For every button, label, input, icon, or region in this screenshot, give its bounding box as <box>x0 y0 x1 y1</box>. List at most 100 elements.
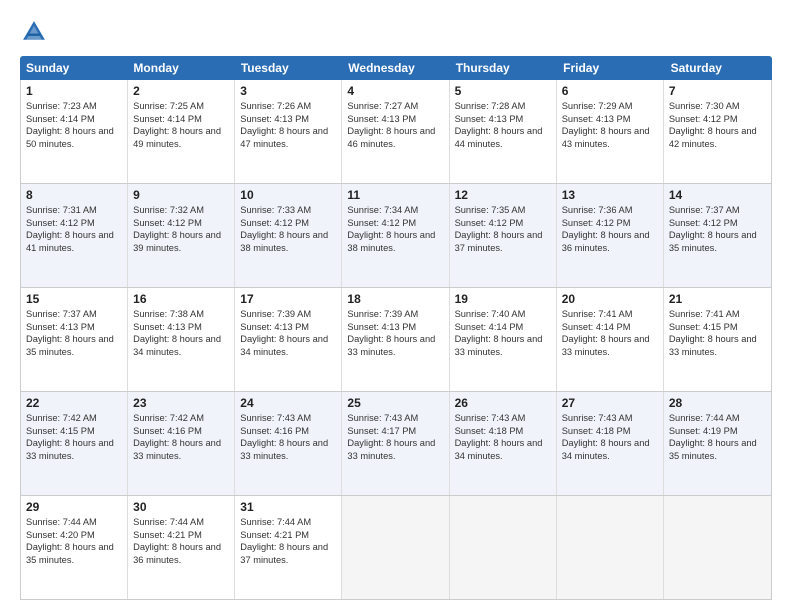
day-number: 5 <box>455 84 551 98</box>
sunset-text: Sunset: 4:14 PM <box>26 113 122 126</box>
calendar-cell: 14Sunrise: 7:37 AMSunset: 4:12 PMDayligh… <box>664 184 771 287</box>
day-number: 20 <box>562 292 658 306</box>
daylight-text: Daylight: 8 hours and 50 minutes. <box>26 125 122 150</box>
sunrise-text: Sunrise: 7:43 AM <box>240 412 336 425</box>
daylight-text: Daylight: 8 hours and 33 minutes. <box>669 333 766 358</box>
day-number: 28 <box>669 396 766 410</box>
daylight-text: Daylight: 8 hours and 35 minutes. <box>26 541 122 566</box>
sunset-text: Sunset: 4:13 PM <box>347 113 443 126</box>
day-number: 9 <box>133 188 229 202</box>
day-number: 6 <box>562 84 658 98</box>
calendar-cell: 17Sunrise: 7:39 AMSunset: 4:13 PMDayligh… <box>235 288 342 391</box>
daylight-text: Daylight: 8 hours and 41 minutes. <box>26 229 122 254</box>
daylight-text: Daylight: 8 hours and 36 minutes. <box>133 541 229 566</box>
daylight-text: Daylight: 8 hours and 38 minutes. <box>240 229 336 254</box>
calendar-week: 29Sunrise: 7:44 AMSunset: 4:20 PMDayligh… <box>21 495 771 599</box>
sunrise-text: Sunrise: 7:36 AM <box>562 204 658 217</box>
sunset-text: Sunset: 4:12 PM <box>133 217 229 230</box>
daylight-text: Daylight: 8 hours and 35 minutes. <box>669 229 766 254</box>
sunrise-text: Sunrise: 7:38 AM <box>133 308 229 321</box>
sunset-text: Sunset: 4:13 PM <box>240 321 336 334</box>
daylight-text: Daylight: 8 hours and 39 minutes. <box>133 229 229 254</box>
sunrise-text: Sunrise: 7:33 AM <box>240 204 336 217</box>
calendar-cell: 15Sunrise: 7:37 AMSunset: 4:13 PMDayligh… <box>21 288 128 391</box>
sunrise-text: Sunrise: 7:41 AM <box>669 308 766 321</box>
weekday-header: Monday <box>127 56 234 80</box>
sunset-text: Sunset: 4:12 PM <box>240 217 336 230</box>
daylight-text: Daylight: 8 hours and 34 minutes. <box>562 437 658 462</box>
calendar-cell: 5 Sunrise: 7:28 AMSunset: 4:13 PMDaylight… <box>450 80 557 183</box>
calendar-cell: 6Sunrise: 7:29 AMSunset: 4:13 PMDaylight… <box>557 80 664 183</box>
day-number: 30 <box>133 500 229 514</box>
day-number: 12 <box>455 188 551 202</box>
day-number: 21 <box>669 292 766 306</box>
calendar: SundayMondayTuesdayWednesdayThursdayFrid… <box>20 56 772 600</box>
day-number: 23 <box>133 396 229 410</box>
day-number: 15 <box>26 292 122 306</box>
calendar-cell: 13Sunrise: 7:36 AMSunset: 4:12 PMDayligh… <box>557 184 664 287</box>
daylight-text: Daylight: 8 hours and 34 minutes. <box>133 333 229 358</box>
sunrise-text: Sunrise: 7:44 AM <box>26 516 122 529</box>
logo <box>20 18 52 46</box>
calendar-cell: 10Sunrise: 7:33 AMSunset: 4:12 PMDayligh… <box>235 184 342 287</box>
sunset-text: Sunset: 4:12 PM <box>455 217 551 230</box>
calendar-cell: 4Sunrise: 7:27 AMSunset: 4:13 PMDaylight… <box>342 80 449 183</box>
logo-icon <box>20 18 48 46</box>
daylight-text: Daylight: 8 hours and 37 minutes. <box>240 541 336 566</box>
calendar-cell <box>342 496 449 599</box>
calendar-cell: 16Sunrise: 7:38 AMSunset: 4:13 PMDayligh… <box>128 288 235 391</box>
day-number: 3 <box>240 84 336 98</box>
calendar-cell: 28Sunrise: 7:44 AMSunset: 4:19 PMDayligh… <box>664 392 771 495</box>
sunset-text: Sunset: 4:13 PM <box>455 113 551 126</box>
calendar-week: 1Sunrise: 7:23 AMSunset: 4:14 PMDaylight… <box>21 80 771 183</box>
sunrise-text: Sunrise: 7:29 AM <box>562 100 658 113</box>
calendar-cell: 12Sunrise: 7:35 AMSunset: 4:12 PMDayligh… <box>450 184 557 287</box>
calendar-cell: 24Sunrise: 7:43 AMSunset: 4:16 PMDayligh… <box>235 392 342 495</box>
calendar-cell: 20Sunrise: 7:41 AMSunset: 4:14 PMDayligh… <box>557 288 664 391</box>
calendar-cell: 26Sunrise: 7:43 AMSunset: 4:18 PMDayligh… <box>450 392 557 495</box>
calendar-cell: 27Sunrise: 7:43 AMSunset: 4:18 PMDayligh… <box>557 392 664 495</box>
sunrise-text: Sunrise: 7:43 AM <box>455 412 551 425</box>
sunrise-text: Sunrise: 7:23 AM <box>26 100 122 113</box>
day-number: 8 <box>26 188 122 202</box>
daylight-text: Daylight: 8 hours and 36 minutes. <box>562 229 658 254</box>
sunrise-text: Sunrise: 7:34 AM <box>347 204 443 217</box>
day-number: 31 <box>240 500 336 514</box>
calendar-week: 8Sunrise: 7:31 AMSunset: 4:12 PMDaylight… <box>21 183 771 287</box>
sunset-text: Sunset: 4:20 PM <box>26 529 122 542</box>
calendar-cell: 11Sunrise: 7:34 AMSunset: 4:12 PMDayligh… <box>342 184 449 287</box>
sunrise-text: Sunrise: 7:39 AM <box>240 308 336 321</box>
sunset-text: Sunset: 4:14 PM <box>455 321 551 334</box>
daylight-text: Daylight: 8 hours and 33 minutes. <box>347 333 443 358</box>
weekday-header: Tuesday <box>235 56 342 80</box>
sunrise-text: Sunrise: 7:27 AM <box>347 100 443 113</box>
sunrise-text: Sunrise: 7:30 AM <box>669 100 766 113</box>
sunset-text: Sunset: 4:15 PM <box>26 425 122 438</box>
day-number: 17 <box>240 292 336 306</box>
daylight-text: Daylight: 8 hours and 49 minutes. <box>133 125 229 150</box>
sunrise-text: Sunrise: 7:42 AM <box>26 412 122 425</box>
sunset-text: Sunset: 4:12 PM <box>347 217 443 230</box>
daylight-text: Daylight: 8 hours and 44 minutes. <box>455 125 551 150</box>
sunrise-text: Sunrise: 7:40 AM <box>455 308 551 321</box>
sunrise-text: Sunrise: 7:42 AM <box>133 412 229 425</box>
sunset-text: Sunset: 4:13 PM <box>133 321 229 334</box>
sunset-text: Sunset: 4:19 PM <box>669 425 766 438</box>
daylight-text: Daylight: 8 hours and 34 minutes. <box>455 437 551 462</box>
calendar-cell: 18Sunrise: 7:39 AMSunset: 4:13 PMDayligh… <box>342 288 449 391</box>
sunset-text: Sunset: 4:18 PM <box>455 425 551 438</box>
daylight-text: Daylight: 8 hours and 42 minutes. <box>669 125 766 150</box>
weekday-header: Saturday <box>665 56 772 80</box>
calendar-cell: 19Sunrise: 7:40 AMSunset: 4:14 PMDayligh… <box>450 288 557 391</box>
daylight-text: Daylight: 8 hours and 33 minutes. <box>240 437 336 462</box>
daylight-text: Daylight: 8 hours and 33 minutes. <box>26 437 122 462</box>
calendar-cell: 21 Sunrise: 7:41 AMSunset: 4:15 PMDayligh… <box>664 288 771 391</box>
sunrise-text: Sunrise: 7:28 AM <box>455 100 551 113</box>
calendar-cell: 1Sunrise: 7:23 AMSunset: 4:14 PMDaylight… <box>21 80 128 183</box>
weekday-header: Sunday <box>20 56 127 80</box>
sunset-text: Sunset: 4:15 PM <box>669 321 766 334</box>
sunset-text: Sunset: 4:12 PM <box>669 113 766 126</box>
day-number: 27 <box>562 396 658 410</box>
daylight-text: Daylight: 8 hours and 33 minutes. <box>455 333 551 358</box>
calendar-cell: 22Sunrise: 7:42 AMSunset: 4:15 PMDayligh… <box>21 392 128 495</box>
